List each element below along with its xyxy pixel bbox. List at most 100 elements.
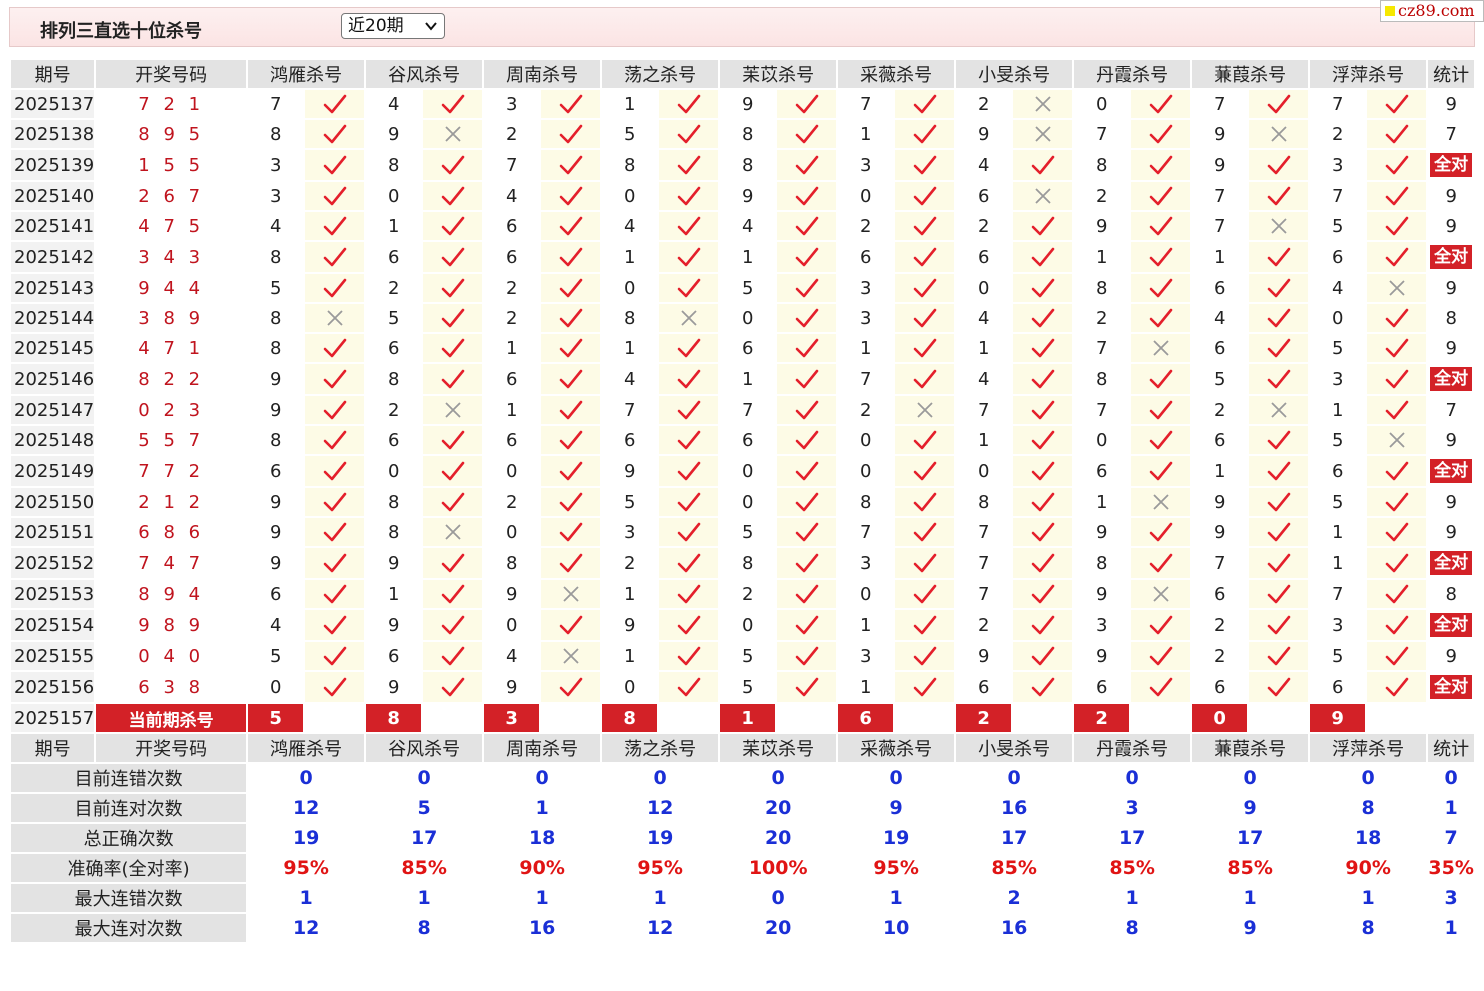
check-icon [657, 454, 721, 488]
stats-row: 目前连错次数 0 0 0 0 0 0 0 0 0 0 0 [8, 762, 1477, 794]
col-header-expert: 小旻杀号 [954, 58, 1075, 90]
check-icon [775, 362, 839, 396]
stats-value: 85% [954, 852, 1075, 884]
check-icon [303, 210, 367, 242]
kill-digit-cell: 0 [482, 608, 542, 642]
stats-value: 0 [718, 882, 839, 914]
period-cell: 2025148 [8, 424, 97, 456]
table-row: 2025148 5 5 78 6 6 6 6 0 1 0 6 5 9 [8, 424, 1477, 456]
kill-digit-cell: 0 [364, 180, 424, 212]
kill-digit-cell: 6 [1308, 454, 1368, 488]
check-icon [1247, 608, 1311, 642]
check-icon [421, 272, 485, 304]
kill-digit-cell: 1 [836, 670, 896, 704]
check-icon [1129, 670, 1193, 704]
kill-digit-cell: 8 [246, 240, 306, 274]
current-kill-blank [303, 702, 367, 734]
check-icon [421, 608, 485, 642]
col-header-period: 期号 [8, 732, 97, 764]
stats-value: 90% [482, 852, 603, 884]
period-range-select[interactable]: 近20期 [341, 13, 445, 39]
col-header-expert: 蒹葭杀号 [1190, 58, 1311, 90]
kill-digit-cell: 0 [600, 180, 660, 212]
check-icon [539, 546, 603, 580]
all-correct-badge: 全对 [1426, 546, 1477, 580]
kill-digit-cell: 5 [1308, 210, 1368, 242]
cross-icon [1011, 88, 1075, 120]
kill-digit-cell: 2 [482, 302, 542, 334]
kill-digit-cell: 5 [246, 272, 306, 304]
kill-digit-cell: 1 [600, 88, 660, 120]
kill-digit-cell: 3 [482, 88, 542, 120]
stats-value: 95% [836, 852, 957, 884]
stats-value: 12 [600, 792, 721, 824]
check-icon [1247, 148, 1311, 182]
col-header-expert: 苿苡杀号 [718, 732, 839, 764]
draw-number-cell: 7 2 1 [94, 88, 249, 120]
period-cell: 2025153 [8, 578, 97, 610]
draw-number-cell: 8 2 2 [94, 362, 249, 396]
current-period-cell: 2025157 [8, 702, 97, 734]
check-icon [775, 272, 839, 304]
check-icon [1011, 578, 1075, 610]
stats-value: 1 [482, 792, 603, 824]
kill-digit-cell: 5 [1308, 640, 1368, 672]
kill-digit-cell: 1 [836, 118, 896, 150]
stat-count-cell: 8 [1426, 302, 1477, 334]
kill-digit-cell: 2 [1190, 608, 1250, 642]
check-icon [657, 148, 721, 182]
check-icon [303, 424, 367, 456]
kill-digit-cell: 6 [1308, 240, 1368, 274]
cross-icon [657, 302, 721, 334]
stats-value: 12 [246, 792, 367, 824]
site-logo[interactable]: cz89.com [1380, 0, 1484, 22]
kill-digit-cell: 2 [1190, 640, 1250, 672]
col-header-expert: 浮萍杀号 [1308, 58, 1429, 90]
stats-value: 1 [246, 882, 367, 914]
col-header-draw: 开奖号码 [94, 58, 249, 90]
check-icon [1129, 394, 1193, 426]
kill-digit-cell: 1 [836, 608, 896, 642]
stats-value: 0 [1072, 762, 1193, 794]
kill-digit-cell: 6 [482, 424, 542, 456]
kill-digit-cell: 1 [600, 578, 660, 610]
check-icon [1011, 424, 1075, 456]
kill-digit-cell: 8 [954, 486, 1014, 518]
all-correct-badge: 全对 [1426, 670, 1477, 704]
table-row: 2025155 0 4 056415399259 [8, 640, 1477, 672]
stats-row: 最大连对次数 12 8 16 12 20 10 16 8 9 8 1 [8, 912, 1477, 944]
stats-value: 9 [1190, 912, 1311, 944]
kill-digit-cell: 3 [1072, 608, 1132, 642]
cross-icon [1365, 272, 1429, 304]
check-icon [303, 608, 367, 642]
check-icon [1365, 148, 1429, 182]
current-kill-digit: 3 [482, 702, 542, 734]
stat-count-cell: 9 [1426, 332, 1477, 364]
check-icon [893, 546, 957, 580]
stats-value: 12 [246, 912, 367, 944]
period-cell: 2025137 [8, 88, 97, 120]
kill-digit-cell: 1 [1072, 240, 1132, 274]
table-row: 2025141 4 7 541644229759 [8, 210, 1477, 242]
stats-value: 100% [718, 852, 839, 884]
check-icon [421, 302, 485, 334]
draw-number-cell: 6 8 6 [94, 516, 249, 548]
check-icon [1129, 210, 1193, 242]
kill-digit-cell: 8 [364, 362, 424, 396]
table-row: 2025156 6 3 8 0 9 9 0 5 1 6 6 6 6 全对 [8, 670, 1477, 704]
stat-count-cell: 7 [1426, 118, 1477, 150]
period-cell: 2025140 [8, 180, 97, 212]
check-icon [421, 578, 485, 610]
check-icon [893, 454, 957, 488]
col-header-expert: 丹霞杀号 [1072, 58, 1193, 90]
check-icon [1011, 240, 1075, 274]
kill-digit-cell: 9 [718, 180, 778, 212]
all-correct-label: 全对 [1430, 551, 1473, 575]
current-kill-blank [421, 702, 485, 734]
table-row: 2025145 4 7 186116117659 [8, 332, 1477, 364]
check-icon [421, 88, 485, 120]
kill-digit-cell: 3 [246, 148, 306, 182]
kill-digit-cell: 0 [600, 272, 660, 304]
kill-digit-cell: 7 [1190, 88, 1250, 120]
kill-digit-cell: 2 [364, 394, 424, 426]
